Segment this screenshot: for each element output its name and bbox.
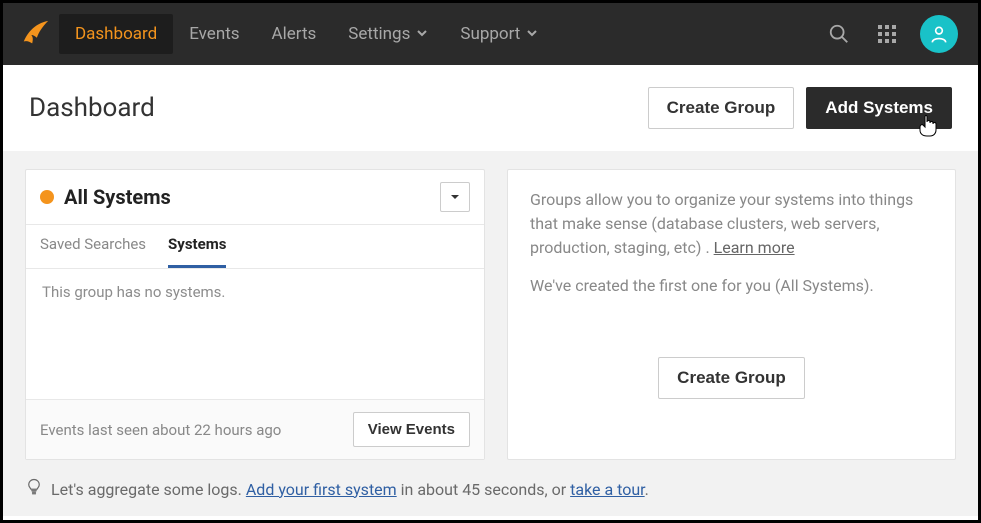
systems-card: All Systems Saved Searches Systems This …	[25, 169, 485, 460]
take-tour-link[interactable]: take a tour	[570, 480, 645, 499]
nav-label: Settings	[348, 24, 410, 44]
card-body: This group has no systems.	[26, 269, 484, 399]
nav-events[interactable]: Events	[173, 14, 255, 54]
card-header: All Systems	[26, 170, 484, 225]
page-header: Dashboard Create Group Add Systems	[3, 65, 978, 151]
main-content: All Systems Saved Searches Systems This …	[3, 151, 978, 474]
chevron-down-icon	[416, 24, 428, 44]
empty-state-text: This group has no systems.	[42, 283, 225, 301]
cursor-pointer-icon	[919, 115, 937, 142]
card-title: All Systems	[64, 185, 171, 209]
brand-logo[interactable]	[17, 16, 53, 52]
tip-bar: Let's aggregate some logs. Add your firs…	[3, 474, 978, 516]
nav-label: Alerts	[272, 24, 317, 44]
card-tabs: Saved Searches Systems	[26, 225, 484, 269]
tab-saved-searches[interactable]: Saved Searches	[40, 225, 146, 268]
nav-support[interactable]: Support	[444, 14, 554, 54]
avatar[interactable]	[920, 15, 958, 53]
groups-info-card: Groups allow you to organize your system…	[507, 169, 956, 460]
status-dot-icon	[40, 190, 54, 204]
nav-settings[interactable]: Settings	[332, 14, 444, 54]
events-last-seen-text: Events last seen about 22 hours ago	[40, 421, 281, 439]
create-group-button[interactable]: Create Group	[648, 87, 795, 129]
nav-dashboard[interactable]: Dashboard	[59, 14, 173, 54]
create-group-button-card[interactable]: Create Group	[658, 357, 805, 399]
card-footer: Events last seen about 22 hours ago View…	[26, 399, 484, 459]
topbar: Dashboard Events Alerts Settings Support	[3, 3, 978, 65]
button-label: Add Systems	[825, 98, 933, 117]
info-text-part: We've created the first one for you (All…	[530, 274, 933, 298]
tip-text: in about 45 seconds, or	[397, 480, 570, 499]
tip-text: Let's aggregate some logs.	[51, 480, 246, 499]
lightbulb-icon	[25, 478, 43, 500]
card-menu-button[interactable]	[440, 182, 470, 212]
add-systems-button[interactable]: Add Systems	[806, 87, 952, 129]
view-events-button[interactable]: View Events	[353, 412, 470, 447]
nav-label: Dashboard	[75, 24, 157, 44]
learn-more-link[interactable]: Learn more	[714, 238, 795, 257]
apps-grid-icon[interactable]	[868, 15, 906, 53]
tip-text: .	[645, 480, 649, 499]
page-title: Dashboard	[29, 93, 155, 123]
tab-systems[interactable]: Systems	[168, 225, 226, 268]
nav-alerts[interactable]: Alerts	[256, 14, 333, 54]
search-icon[interactable]	[820, 15, 858, 53]
add-first-system-link[interactable]: Add your first system	[246, 480, 397, 499]
chevron-down-icon	[526, 24, 538, 44]
nav-label: Support	[460, 24, 520, 44]
info-text: Groups allow you to organize your system…	[530, 188, 933, 298]
nav-label: Events	[189, 24, 239, 44]
